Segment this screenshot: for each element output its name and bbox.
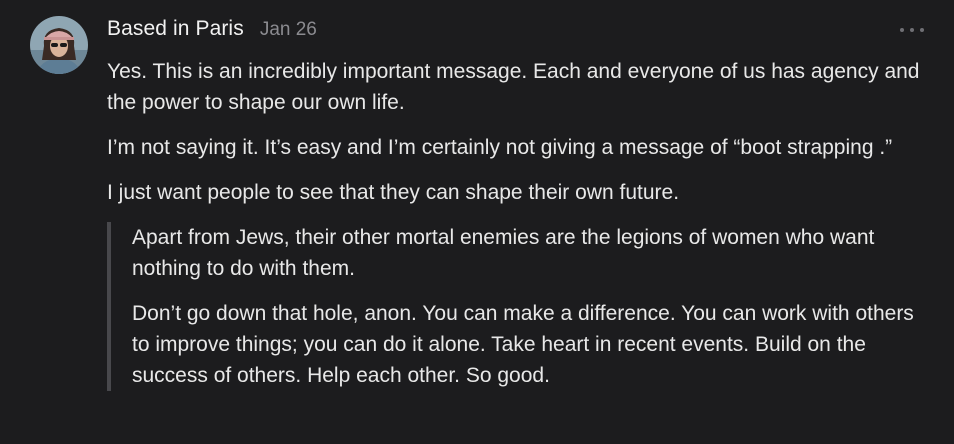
avatar-image bbox=[30, 16, 88, 74]
user-avatar[interactable] bbox=[30, 16, 88, 74]
comment-date[interactable]: Jan 26 bbox=[260, 19, 317, 41]
dot bbox=[910, 28, 914, 32]
comment-paragraph: Yes. This is an incredibly important mes… bbox=[107, 60, 920, 114]
comment-paragraph: I’m not saying it. It’s easy and I’m cer… bbox=[107, 136, 893, 159]
quote-paragraph: Apart from Jews, their other mortal enem… bbox=[132, 226, 875, 280]
comment: Based in Paris Jan 26 Yes. This is an in… bbox=[0, 0, 954, 444]
dot bbox=[900, 28, 904, 32]
quote-paragraph: Don’t go down that hole, anon. You can m… bbox=[132, 302, 914, 387]
comment-paragraph: I just want people to see that they can … bbox=[107, 181, 680, 204]
dot bbox=[920, 28, 924, 32]
author-name[interactable]: Based in Paris bbox=[107, 17, 244, 41]
comment-header: Based in Paris Jan 26 bbox=[107, 17, 317, 41]
blockquote: Apart from Jews, their other mortal enem… bbox=[107, 222, 922, 391]
ellipsis-icon[interactable] bbox=[900, 20, 924, 40]
comment-body: Yes. This is an incredibly important mes… bbox=[107, 56, 922, 405]
